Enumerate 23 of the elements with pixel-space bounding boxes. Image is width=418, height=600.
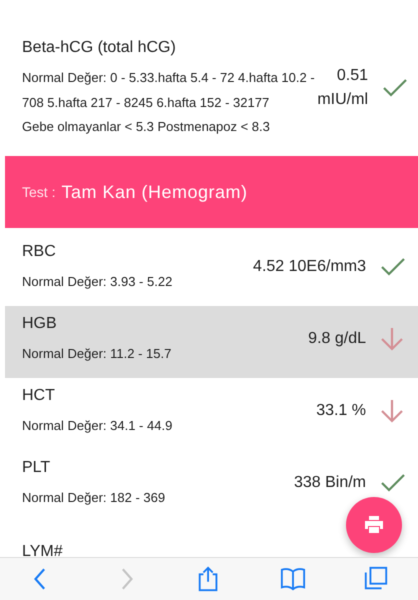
tabs-icon[interactable] [363, 566, 390, 592]
normal-range: Normal Değer: 3.93 - 5.22 [22, 272, 174, 291]
section-title: Tam Kan (Hemogram) [61, 180, 248, 204]
test-name: Beta-hCG (total hCG) [22, 38, 177, 58]
result-value: 9.8 g/dL [308, 329, 366, 350]
normal-range: Normal Değer: 34.1 - 44.9 [22, 416, 174, 435]
result-value: 33.1 % [316, 401, 366, 422]
result-value: 4.52 10E6/mm3 [253, 257, 366, 278]
test-name: HCT [22, 386, 56, 406]
test-name: RBC [22, 242, 57, 262]
test-name: HGB [22, 314, 58, 334]
test-name: PLT [22, 458, 52, 478]
printer-icon [364, 516, 384, 534]
print-button[interactable] [346, 497, 402, 553]
result-value: 338 Bin/m [294, 473, 366, 494]
normal-range: Normal Değer: 182 - 369 [22, 488, 166, 507]
normal-range: Normal Değer: 0 - 5.33.hafta 5.4 - 72 4.hafta 10.2 - 708 5.hafta 217 - 8245 6.hafta 152 - 32177 [22, 69, 316, 112]
test-name: LYM# [22, 542, 64, 557]
normal-range: Normal Değer: 11.2 - 15.7 [22, 344, 172, 363]
test-label: Test : [22, 182, 56, 202]
normal-range: Gebe olmayanlar < 5.3 Postmenapoz < 8.3 [22, 118, 271, 136]
result-value: 0.51 mIU/ml [317, 66, 368, 110]
book-icon[interactable] [280, 566, 306, 592]
